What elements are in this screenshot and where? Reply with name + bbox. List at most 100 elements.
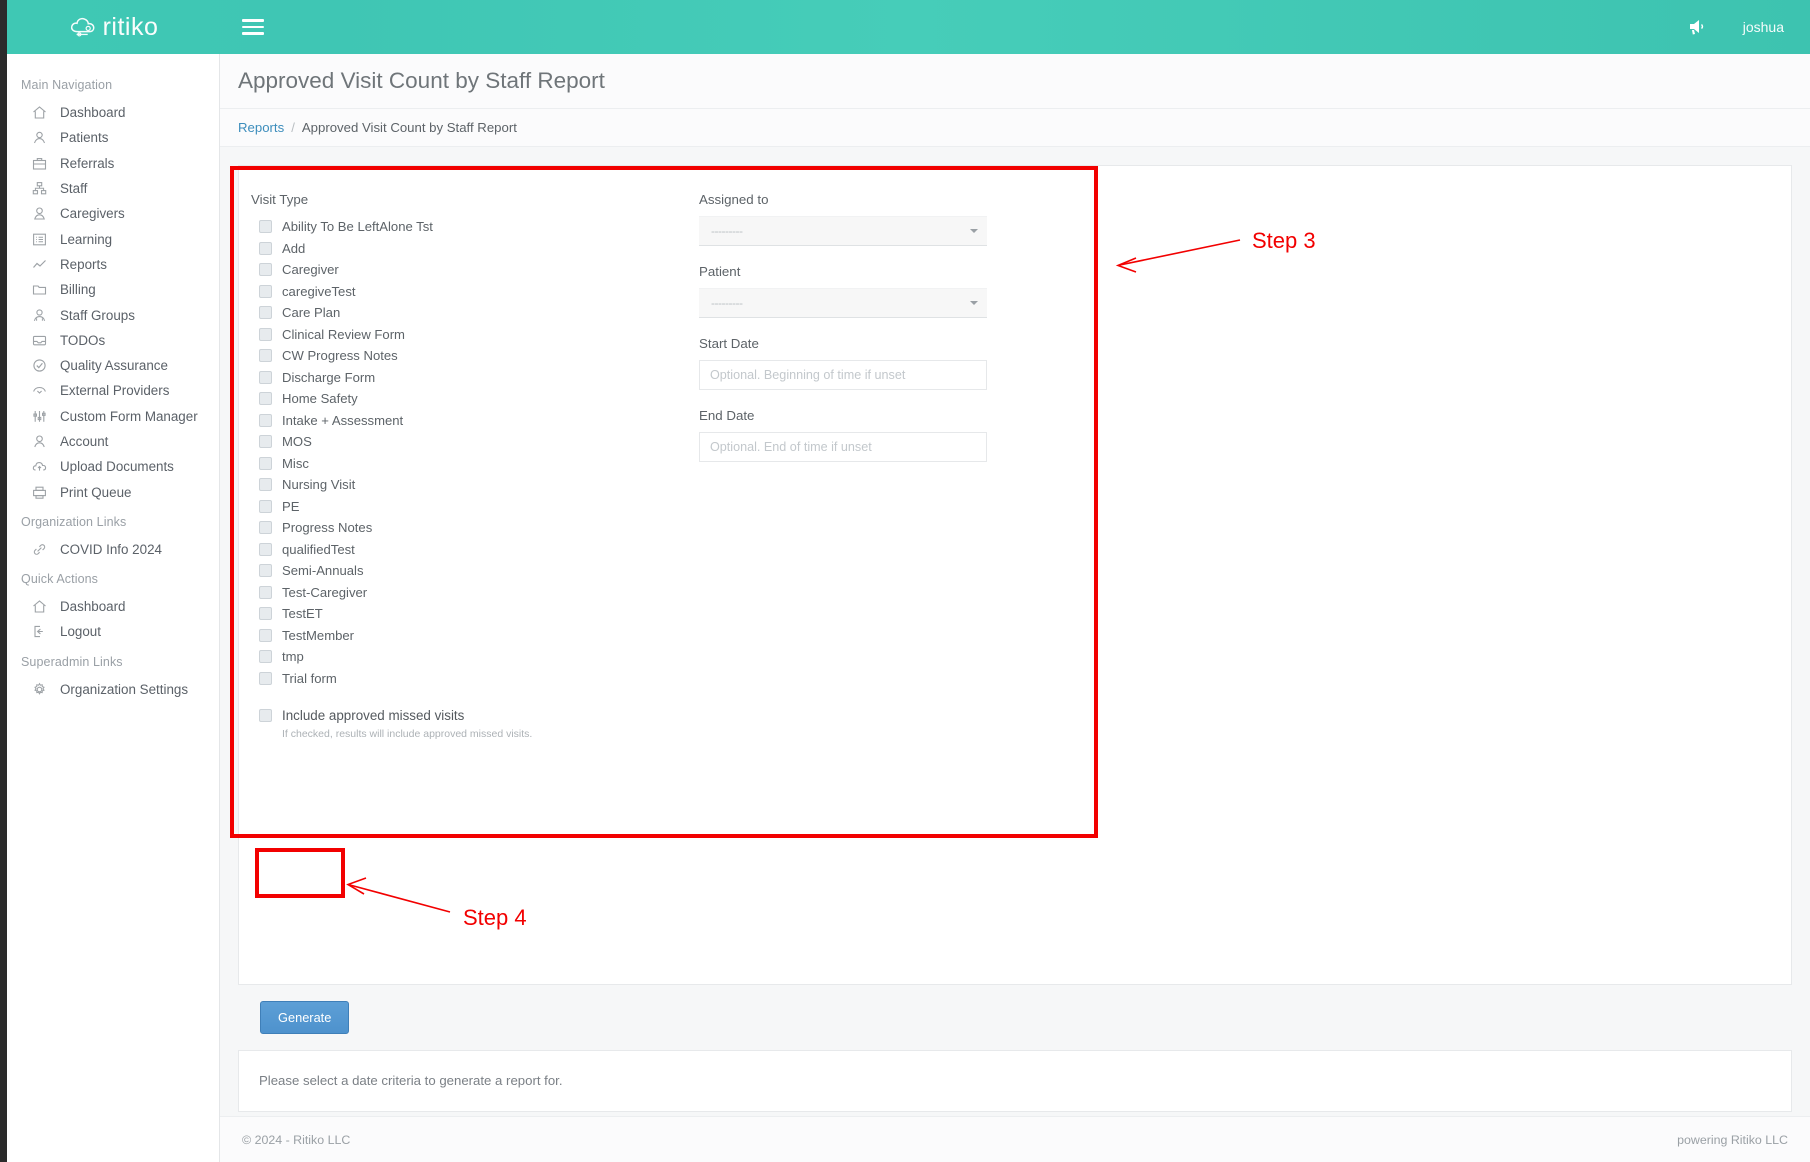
visit-type-option[interactable]: Add (251, 238, 699, 260)
sidebar-item-todos[interactable]: TODOs (7, 328, 219, 353)
inbox-icon (31, 332, 48, 349)
patient-select[interactable]: --------- (699, 288, 987, 318)
breadcrumb-reports-link[interactable]: Reports (238, 120, 284, 135)
visit-type-option[interactable]: CW Progress Notes (251, 345, 699, 367)
end-date-input[interactable] (699, 432, 987, 462)
generate-button-wrapper: Generate (238, 985, 1792, 1034)
visit-type-option[interactable]: Discharge Form (251, 367, 699, 389)
checkbox-icon[interactable] (259, 457, 272, 470)
visit-type-option[interactable]: Home Safety (251, 388, 699, 410)
brand-name: ritiko (103, 13, 159, 42)
folder-icon (31, 281, 48, 298)
checkbox-icon[interactable] (259, 521, 272, 534)
visit-type-option[interactable]: caregiveTest (251, 281, 699, 303)
visit-type-option[interactable]: Ability To Be LeftAlone Tst (251, 216, 699, 238)
checkbox-icon[interactable] (259, 500, 272, 513)
sidebar-item-external-providers[interactable]: External Providers (7, 378, 219, 403)
checkbox-icon[interactable] (259, 709, 272, 722)
visit-type-option-label: Misc (282, 456, 309, 471)
sidebar-item-patients[interactable]: Patients (7, 125, 219, 150)
sidebar-item-caregivers[interactable]: Caregivers (7, 201, 219, 226)
sidebar-item-logout[interactable]: Logout (7, 619, 219, 644)
checkbox-icon[interactable] (259, 285, 272, 298)
checkbox-icon[interactable] (259, 543, 272, 556)
sidebar-item-quick-dashboard[interactable]: Dashboard (7, 594, 219, 619)
sidebar-item-label: Dashboard (60, 599, 126, 614)
sidebar-item-account[interactable]: Account (7, 429, 219, 454)
visit-type-option-label: qualifiedTest (282, 542, 355, 557)
sidebar-item-dashboard[interactable]: Dashboard (7, 100, 219, 125)
checkbox-icon[interactable] (259, 392, 272, 405)
checkbox-icon[interactable] (259, 586, 272, 599)
sidebar-item-billing[interactable]: Billing (7, 277, 219, 302)
visit-type-option-label: CW Progress Notes (282, 348, 398, 363)
sidebar-item-referrals[interactable]: Referrals (7, 151, 219, 176)
sidebar-item-staff-groups[interactable]: Staff Groups (7, 302, 219, 327)
visit-type-option[interactable]: Caregiver (251, 259, 699, 281)
checkbox-icon[interactable] (259, 478, 272, 491)
visit-type-option[interactable]: tmp (251, 646, 699, 668)
sidebar-item-custom-form-manager[interactable]: Custom Form Manager (7, 404, 219, 429)
visit-type-option[interactable]: TestET (251, 603, 699, 625)
sidebar-item-label: Billing (60, 282, 96, 297)
megaphone-icon[interactable] (1687, 17, 1709, 37)
checkbox-icon[interactable] (259, 607, 272, 620)
checkbox-icon[interactable] (259, 306, 272, 319)
checkbox-icon[interactable] (259, 263, 272, 276)
checkbox-icon[interactable] (259, 435, 272, 448)
sidebar-item-upload-documents[interactable]: Upload Documents (7, 454, 219, 479)
gear-icon (31, 681, 48, 698)
checkbox-icon[interactable] (259, 371, 272, 384)
hamburger-icon[interactable] (242, 14, 268, 40)
checkbox-icon[interactable] (259, 672, 272, 685)
sidebar-item-covid-info-2024[interactable]: COVID Info 2024 (7, 537, 219, 562)
handshake-icon (31, 382, 48, 399)
sidebar-item-label: Caregivers (60, 206, 125, 221)
checkbox-icon[interactable] (259, 650, 272, 663)
visit-type-option[interactable]: TestMember (251, 625, 699, 647)
user-menu[interactable]: joshua (1743, 19, 1784, 35)
visit-type-option[interactable]: Test-Caregiver (251, 582, 699, 604)
visit-type-option[interactable]: Clinical Review Form (251, 324, 699, 346)
chevron-down-icon (970, 229, 978, 233)
assigned-to-group: Assigned to --------- (699, 192, 999, 246)
sidebar: Main Navigation Dashboard Patients Refer… (7, 54, 220, 1162)
start-date-input[interactable] (699, 360, 987, 390)
visit-type-option[interactable]: Trial form (251, 668, 699, 690)
visit-type-option-label: MOS (282, 434, 312, 449)
visit-type-option[interactable]: MOS (251, 431, 699, 453)
end-date-label: End Date (699, 408, 999, 423)
visit-type-option[interactable]: Misc (251, 453, 699, 475)
visit-type-option-label: Test-Caregiver (282, 585, 367, 600)
visit-type-option[interactable]: Progress Notes (251, 517, 699, 539)
sidebar-item-staff[interactable]: Staff (7, 176, 219, 201)
visit-type-option[interactable]: Intake + Assessment (251, 410, 699, 432)
sidebar-item-learning[interactable]: Learning (7, 226, 219, 251)
visit-type-option[interactable]: Semi-Annuals (251, 560, 699, 582)
visit-type-option[interactable]: qualifiedTest (251, 539, 699, 561)
window-left-edge (0, 0, 7, 1162)
checkbox-icon[interactable] (259, 242, 272, 255)
sidebar-item-organization-settings[interactable]: Organization Settings (7, 677, 219, 702)
generate-button[interactable]: Generate (260, 1001, 349, 1034)
include-missed-visits-row[interactable]: Include approved missed visits (259, 708, 699, 723)
visit-type-option[interactable]: Care Plan (251, 302, 699, 324)
application-root: ritiko joshua Main Navigation Dashboard (0, 0, 1810, 1162)
sidebar-item-quality-assurance[interactable]: Quality Assurance (7, 353, 219, 378)
visit-type-option[interactable]: Nursing Visit (251, 474, 699, 496)
assigned-to-select[interactable]: --------- (699, 216, 987, 246)
checkbox-icon[interactable] (259, 220, 272, 233)
patient-group: Patient --------- (699, 264, 999, 318)
brand-logo-link[interactable]: ritiko (7, 0, 220, 54)
checkbox-icon[interactable] (259, 629, 272, 642)
report-panel-wrapper: Visit Type Ability To Be LeftAlone Tst A… (220, 147, 1810, 1034)
checkbox-icon[interactable] (259, 349, 272, 362)
checkbox-icon[interactable] (259, 564, 272, 577)
line-chart-icon (31, 256, 48, 273)
checkbox-icon[interactable] (259, 328, 272, 341)
sidebar-item-reports[interactable]: Reports (7, 252, 219, 277)
visit-type-option[interactable]: PE (251, 496, 699, 518)
sidebar-item-print-queue[interactable]: Print Queue (7, 479, 219, 504)
checkbox-icon[interactable] (259, 414, 272, 427)
breadcrumb-separator: / (291, 120, 295, 135)
